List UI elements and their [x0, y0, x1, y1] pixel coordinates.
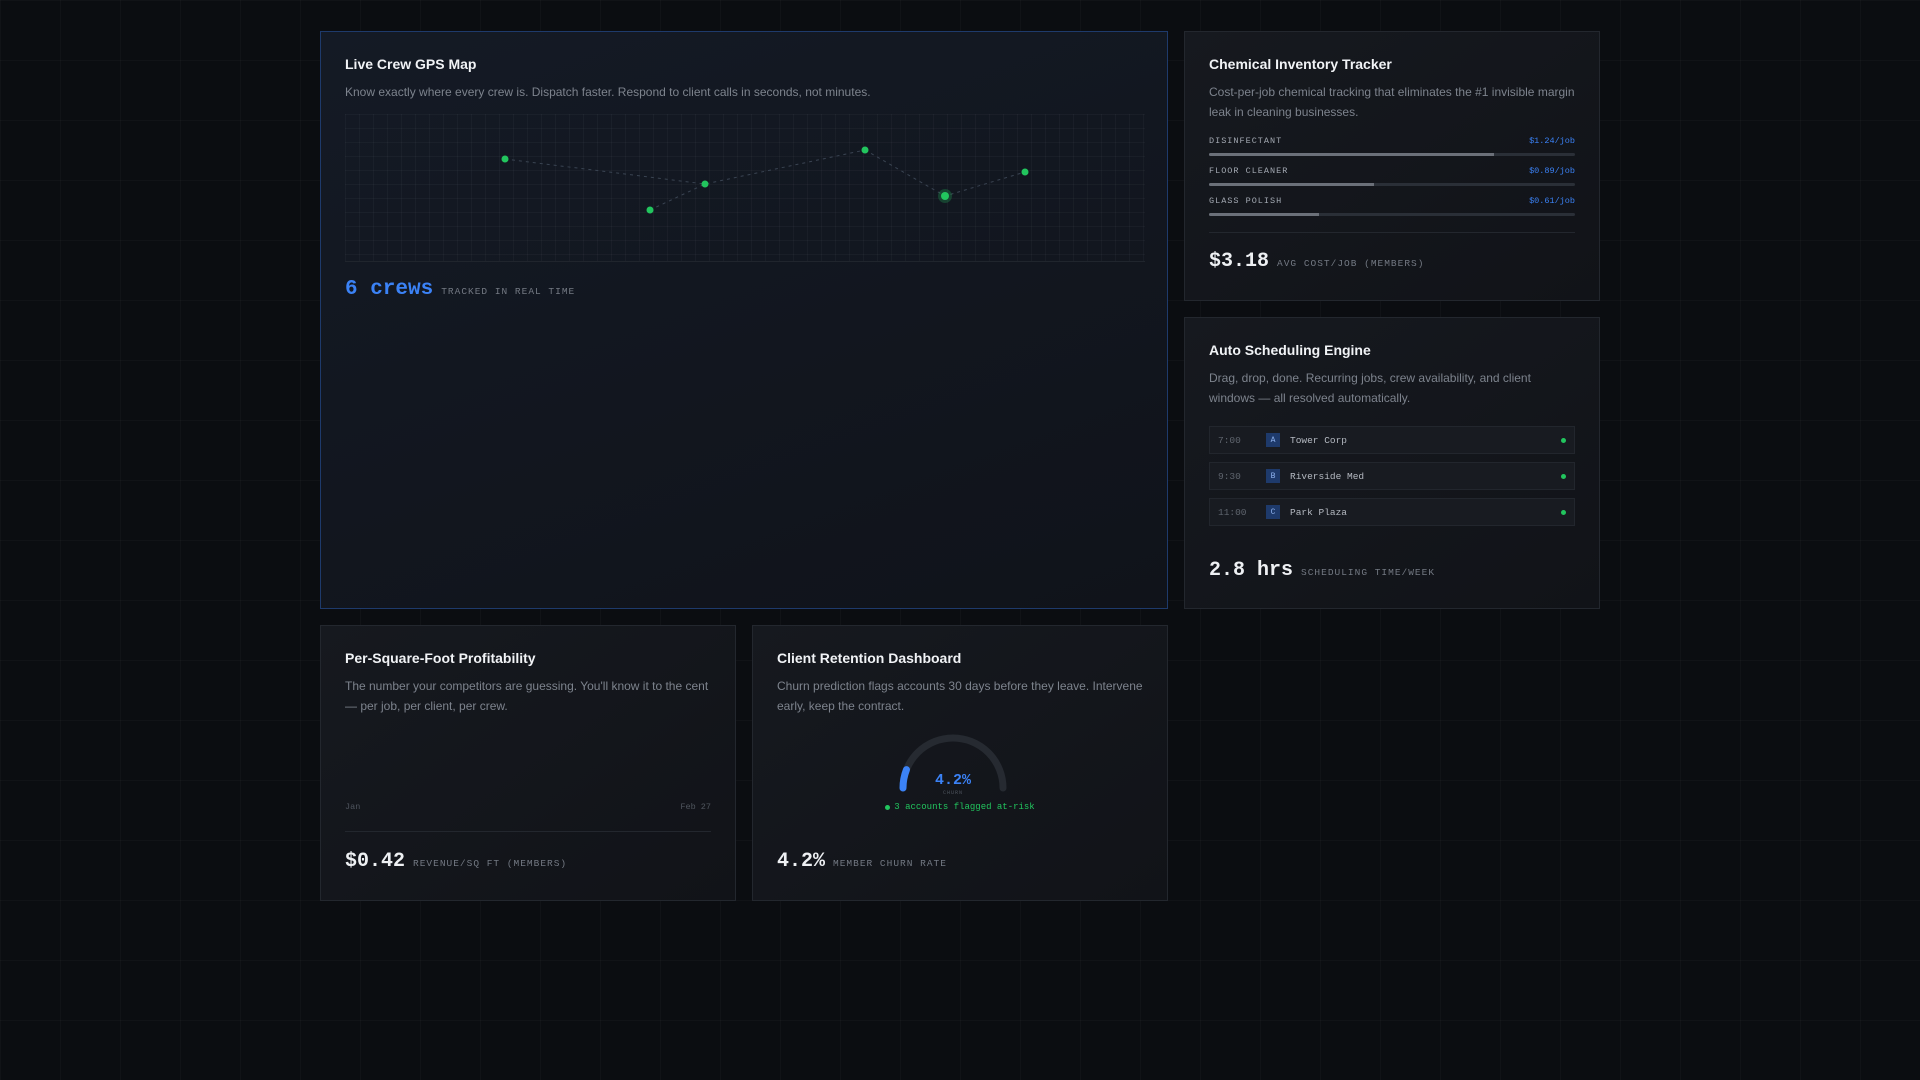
gps-map-card: Live Crew GPS Map Know exactly where eve… [320, 31, 1168, 609]
alert-dot-icon [885, 804, 891, 810]
chemical-item: GLASS POLISH $0.61/job [1209, 196, 1575, 216]
schedule-row[interactable]: 11:00 C Park Plaza [1209, 498, 1575, 526]
client-name: Park Plaza [1290, 506, 1348, 518]
chemical-cost: $0.61/job [1529, 196, 1575, 206]
crew-badge: C [1266, 505, 1280, 519]
gps-map[interactable] [345, 114, 1145, 262]
chemical-stat: $3.18 AVG COST/JOB (MEMBERS) [1209, 250, 1424, 273]
chemical-level-bar [1209, 183, 1575, 186]
chemical-level-fill [1209, 153, 1495, 156]
sqft-stat-label: REVENUE/SQ FT (MEMBERS) [413, 858, 568, 869]
chemical-name: GLASS POLISH [1209, 196, 1283, 206]
schedule-row[interactable]: 7:00 A Tower Corp [1209, 426, 1575, 454]
client-retention-card: Client Retention Dashboard Churn predict… [752, 625, 1168, 901]
churn-gauge: 4.2% CHURN [893, 732, 1013, 796]
chemical-name: DISINFECTANT [1209, 136, 1283, 146]
scheduling-title: Auto Scheduling Engine [1209, 342, 1371, 358]
chemical-cost: $1.24/job [1529, 136, 1575, 146]
chemical-level-bar [1209, 153, 1575, 156]
status-dot-icon [1561, 509, 1566, 515]
client-name: Tower Corp [1290, 434, 1348, 446]
chemical-inventory-card: Chemical Inventory Tracker Cost-per-job … [1184, 31, 1600, 301]
gps-description: Know exactly where every crew is. Dispat… [345, 85, 871, 99]
crew-badge: B [1266, 469, 1280, 483]
at-risk-flag: 3 accounts flagged at-risk [753, 802, 1167, 812]
gps-title: Live Crew GPS Map [345, 56, 477, 72]
chemical-list: DISINFECTANT $1.24/job FLOOR CLEANER $0.… [1209, 136, 1575, 216]
gauge-label: CHURN [942, 790, 963, 796]
crew-marker[interactable] [646, 206, 654, 214]
schedule-row[interactable]: 9:30 B Riverside Med [1209, 462, 1575, 490]
chemical-stat-value: $3.18 [1209, 250, 1270, 273]
at-risk-text: 3 accounts flagged at-risk [894, 802, 1035, 812]
chemical-item: DISINFECTANT $1.24/job [1209, 136, 1575, 156]
gps-route-1 [504, 149, 866, 185]
sqft-axis-end: Feb 27 [680, 802, 711, 812]
crew-marker-active[interactable] [941, 192, 949, 200]
sqft-divider [345, 831, 711, 832]
chemical-level-fill [1209, 183, 1374, 186]
status-dot-icon [1561, 473, 1566, 479]
schedule-list: 7:00 A Tower Corp 9:30 B Riverside Med 1… [1209, 426, 1575, 526]
sqft-stat: $0.42 REVENUE/SQ FT (MEMBERS) [345, 850, 567, 873]
crew-badge: A [1266, 433, 1280, 447]
schedule-time: 9:30 [1218, 470, 1241, 482]
gps-map-svg [501, 146, 1029, 214]
scheduling-description: Drag, drop, done. Recurring jobs, crew a… [1209, 371, 1531, 405]
crew-marker[interactable] [701, 180, 709, 188]
chemical-divider [1209, 232, 1575, 233]
scheduling-card: Auto Scheduling Engine Drag, drop, done.… [1184, 317, 1600, 609]
sqft-profitability-card: Per-Square-Foot Profitability The number… [320, 625, 736, 901]
schedule-time: 7:00 [1218, 434, 1241, 446]
sqft-axis-start: Jan [345, 802, 361, 812]
chemical-title: Chemical Inventory Tracker [1209, 56, 1392, 72]
chemical-item: FLOOR CLEANER $0.89/job [1209, 166, 1575, 186]
scheduling-stat-value: 2.8 hrs [1209, 559, 1294, 582]
schedule-time: 11:00 [1218, 506, 1247, 518]
crew-marker[interactable] [861, 146, 869, 154]
crew-marker[interactable] [1021, 168, 1029, 176]
crew-marker[interactable] [501, 155, 509, 163]
gauge-value: 4.2% [934, 772, 971, 789]
chemical-cost: $0.89/job [1529, 166, 1575, 176]
gps-route-2 [649, 183, 706, 211]
scheduling-stat-label: SCHEDULING TIME/WEEK [1301, 567, 1436, 578]
chemical-name: FLOOR CLEANER [1209, 166, 1289, 176]
sqft-stat-value: $0.42 [345, 850, 406, 873]
gps-stat: 6 crews TRACKED IN REAL TIME [345, 278, 575, 301]
gps-stat-label: TRACKED IN REAL TIME [441, 286, 576, 297]
sqft-description: The number your competitors are guessing… [345, 679, 709, 713]
retention-stat: 4.2% MEMBER CHURN RATE [777, 850, 947, 873]
chemical-description: Cost-per-job chemical tracking that elim… [1209, 85, 1575, 119]
scheduling-stat: 2.8 hrs SCHEDULING TIME/WEEK [1209, 559, 1435, 582]
chemical-level-fill [1209, 213, 1319, 216]
sqft-title: Per-Square-Foot Profitability [345, 650, 536, 666]
client-name: Riverside Med [1290, 470, 1365, 482]
retention-stat-value: 4.2% [777, 850, 826, 873]
status-dot-icon [1561, 437, 1566, 443]
chemical-level-bar [1209, 213, 1575, 216]
gps-stat-value: 6 crews [345, 278, 434, 301]
sqft-axis: Jan Feb 27 [345, 802, 711, 812]
retention-description: Churn prediction flags accounts 30 days … [777, 679, 1143, 713]
retention-stat-label: MEMBER CHURN RATE [833, 858, 947, 869]
chemical-stat-label: AVG COST/JOB (MEMBERS) [1277, 258, 1425, 269]
retention-title: Client Retention Dashboard [777, 650, 962, 666]
